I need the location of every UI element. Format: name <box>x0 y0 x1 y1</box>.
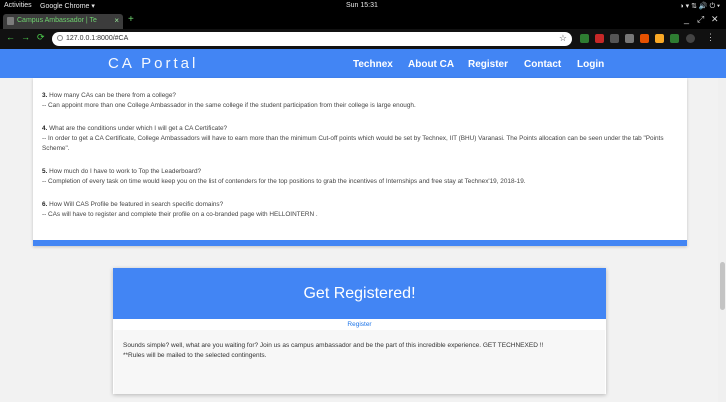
nav-link-contact[interactable]: Contact <box>524 59 561 70</box>
forward-icon[interactable]: → <box>21 32 30 42</box>
more-menu-icon[interactable]: ⋮ <box>706 32 715 43</box>
site-navbar: CA Portal Technex About CA Register Cont… <box>0 49 726 78</box>
tab-strip: Campus Ambassador | Te × + _ ⤢ ✕ <box>0 13 726 29</box>
browser-tab[interactable]: Campus Ambassador | Te × <box>3 14 123 29</box>
register-heading: Get Registered! <box>113 268 606 319</box>
faq-answer: -- Completion of every task on time woul… <box>42 178 526 185</box>
extension-icon[interactable] <box>670 34 679 43</box>
url-text: 127.0.0.1:8000/#CA <box>66 35 129 42</box>
faq-question: How many CAs can be there from a college… <box>49 92 176 99</box>
activities-button[interactable]: Activities <box>4 2 32 9</box>
os-top-bar: Activities Google Chrome ▾ Sun 15:31 ◑ ▾… <box>0 0 726 13</box>
favicon-icon <box>7 17 14 25</box>
extension-icon[interactable] <box>580 34 589 43</box>
faq-question: How much do I have to work to Top the Le… <box>49 168 202 175</box>
info-icon[interactable] <box>57 35 63 41</box>
system-tray[interactable]: ◑ ▾ ⇅ 🔊 ⏻ ▾ <box>679 2 720 11</box>
nav-link-about-ca[interactable]: About CA <box>408 59 454 70</box>
faq-question: What are the conditions under which I wi… <box>49 125 228 132</box>
new-tab-button[interactable]: + <box>128 14 134 25</box>
close-window-icon[interactable]: ✕ <box>711 14 719 25</box>
app-menu[interactable]: Google Chrome ▾ <box>40 2 95 10</box>
faq-number: 3. <box>42 92 48 99</box>
tab-title: Campus Ambassador | Te <box>17 17 97 24</box>
faq-item: 6. How Will CAS Profile be featured in s… <box>42 200 682 220</box>
register-body: Sounds simple? well, what are you waitin… <box>114 330 605 394</box>
faq-item: 4. What are the conditions under which I… <box>42 124 682 154</box>
register-card: Get Registered! Register Sounds simple? … <box>113 268 606 394</box>
profile-avatar[interactable] <box>686 34 695 43</box>
bookmark-star-icon[interactable]: ☆ <box>559 33 567 44</box>
minimize-icon[interactable]: _ <box>684 14 689 24</box>
extension-icon[interactable] <box>610 34 619 43</box>
clock[interactable]: Sun 15:31 <box>346 2 378 9</box>
register-note: **Rules will be mailed to the selected c… <box>123 352 267 359</box>
register-description: Sounds simple? well, what are you waitin… <box>123 342 544 349</box>
faq-answer: -- CAs will have to register and complet… <box>42 211 318 218</box>
nav-link-login[interactable]: Login <box>577 59 604 70</box>
faq-item: 3. How many CAs can be there from a coll… <box>42 91 682 111</box>
scrollbar-thumb[interactable] <box>720 262 725 310</box>
close-tab-icon[interactable]: × <box>114 16 119 25</box>
back-icon[interactable]: ← <box>6 32 15 42</box>
reload-icon[interactable]: ⟳ <box>37 32 45 43</box>
faq-card: 3. How many CAs can be there from a coll… <box>33 78 687 246</box>
extension-icon[interactable] <box>655 34 664 43</box>
faq-question: How Will CAS Profile be featured in sear… <box>49 201 224 208</box>
nav-link-technex[interactable]: Technex <box>353 59 393 70</box>
faq-number: 6. <box>42 201 48 208</box>
site-brand[interactable]: CA Portal <box>108 55 198 72</box>
faq-number: 5. <box>42 168 48 175</box>
nav-link-register[interactable]: Register <box>468 59 508 70</box>
faq-item: 5. How much do I have to work to Top the… <box>42 167 682 187</box>
extension-icon[interactable] <box>595 34 604 43</box>
extension-icon[interactable] <box>640 34 649 43</box>
maximize-icon[interactable]: ⤢ <box>697 14 704 25</box>
extension-icon[interactable] <box>625 34 634 43</box>
faq-answer: -- Can appoint more than one College Amb… <box>42 102 416 109</box>
register-link[interactable]: Register <box>113 321 606 328</box>
browser-toolbar: ← → ⟳ 127.0.0.1:8000/#CA ☆ ⋮ <box>0 29 726 49</box>
faq-number: 4. <box>42 125 48 132</box>
address-bar[interactable]: 127.0.0.1:8000/#CA ☆ <box>52 32 572 46</box>
faq-answer: -- In order to get a CA Certificate, Col… <box>42 135 664 152</box>
page-scrollbar[interactable] <box>718 78 726 402</box>
